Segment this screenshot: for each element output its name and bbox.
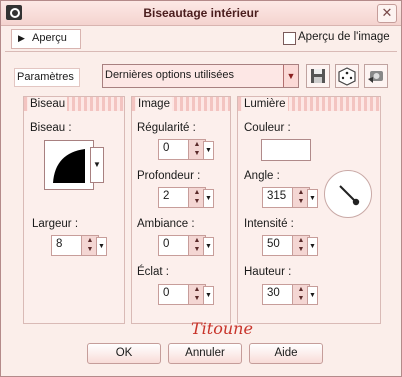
bevel-group: Biseau Biseau : ▼ Largeur : 8 ▲ ▼ ▼ xyxy=(23,96,125,324)
elevation-dropdown[interactable]: ▼ xyxy=(307,286,318,305)
close-button[interactable]: ✕ xyxy=(377,4,397,23)
bevel-shape-icon xyxy=(53,149,85,183)
image-group-title: Image xyxy=(136,97,172,111)
smoothness-label: Régularité : xyxy=(137,122,196,134)
close-icon: ✕ xyxy=(381,5,393,20)
depth-label: Profondeur : xyxy=(137,170,201,182)
angle-value: 315 xyxy=(267,190,287,202)
preview-toggle[interactable]: ▶ Aperçu xyxy=(11,29,81,49)
divider xyxy=(5,51,397,52)
smoothness-spinner[interactable]: 0 ▲ ▼ ▼ xyxy=(158,139,214,160)
intensity-value: 50 xyxy=(267,238,280,250)
bevel-shape-swatch[interactable] xyxy=(44,140,94,190)
angle-label: Angle : xyxy=(244,170,280,182)
group-header: Biseau xyxy=(24,97,124,111)
shininess-label: Éclat : xyxy=(137,266,169,278)
group-header: Lumière xyxy=(238,97,380,111)
image-preview-checkbox[interactable] xyxy=(283,32,296,45)
save-icon xyxy=(311,69,325,83)
dice-icon xyxy=(338,67,356,86)
smoothness-dropdown[interactable]: ▼ xyxy=(203,141,214,160)
chevron-down-icon: ▼ xyxy=(93,160,101,169)
image-preview-label: Aperçu de l'image xyxy=(298,31,390,43)
shininess-dropdown[interactable]: ▼ xyxy=(203,286,214,305)
preview-label: Aperçu xyxy=(32,32,67,44)
chevron-down-icon[interactable]: ▼ xyxy=(283,65,298,87)
bevel-label: Biseau : xyxy=(30,122,72,134)
width-label: Largeur : xyxy=(32,218,79,230)
width-value: 8 xyxy=(56,238,63,250)
bevel-group-title: Biseau xyxy=(28,97,68,111)
elevation-value: 30 xyxy=(267,287,280,299)
help-button[interactable]: Aide xyxy=(249,343,323,364)
dialog-window: Biseautage intérieur ✕ ▶ Aperçu Aperçu d… xyxy=(0,0,402,377)
elevation-label: Hauteur : xyxy=(244,266,292,278)
light-color-swatch[interactable] xyxy=(261,139,311,161)
depth-dropdown[interactable]: ▼ xyxy=(203,189,214,208)
angle-spinner[interactable]: 315 ▲ ▼ ▼ xyxy=(262,187,318,208)
bevel-shape-dropdown[interactable]: ▼ xyxy=(90,147,104,183)
presets-value: Dernières options utilisées xyxy=(105,69,235,81)
play-icon: ▶ xyxy=(18,33,25,43)
ambience-dropdown[interactable]: ▼ xyxy=(203,237,214,256)
save-preset-button[interactable] xyxy=(306,64,330,88)
ok-button[interactable]: OK xyxy=(87,343,161,364)
color-label: Couleur : xyxy=(244,122,291,134)
light-group-title: Lumière xyxy=(242,97,288,111)
image-group: Image Régularité : 0 ▲ ▼ ▼ Profondeur : 2… xyxy=(131,96,231,324)
reset-button[interactable] xyxy=(364,64,388,88)
watermark-signature: Titoune xyxy=(191,319,253,338)
cancel-button[interactable]: Annuler xyxy=(168,343,242,364)
ambience-spinner[interactable]: 0 ▲ ▼ ▼ xyxy=(158,235,214,256)
angle-dial[interactable] xyxy=(324,170,372,218)
smoothness-value: 0 xyxy=(163,142,170,154)
reset-icon xyxy=(368,71,383,83)
depth-value: 2 xyxy=(163,190,170,202)
window-title: Biseautage intérieur xyxy=(143,6,259,20)
width-dropdown[interactable]: ▼ xyxy=(96,237,107,256)
elevation-spinner[interactable]: 30 ▲ ▼ ▼ xyxy=(262,284,318,305)
intensity-dropdown[interactable]: ▼ xyxy=(307,237,318,256)
width-spinner[interactable]: 8 ▲ ▼ ▼ xyxy=(51,235,107,256)
ambience-label: Ambiance : xyxy=(137,218,195,230)
shininess-value: 0 xyxy=(163,287,170,299)
presets-label: Paramètres xyxy=(14,68,80,87)
ambience-value: 0 xyxy=(163,238,170,250)
random-button[interactable] xyxy=(335,64,359,88)
angle-dial-icon xyxy=(339,185,360,206)
title-bar: Biseautage intérieur ✕ xyxy=(1,1,401,26)
depth-spinner[interactable]: 2 ▲ ▼ ▼ xyxy=(158,187,214,208)
presets-dropdown[interactable]: Dernières options utilisées ▼ xyxy=(102,64,299,88)
preview-bar: ▶ Aperçu Aperçu de l'image xyxy=(5,27,397,49)
group-header: Image xyxy=(132,97,230,111)
intensity-spinner[interactable]: 50 ▲ ▼ ▼ xyxy=(262,235,318,256)
angle-dropdown[interactable]: ▼ xyxy=(307,189,318,208)
shininess-spinner[interactable]: 0 ▲ ▼ ▼ xyxy=(158,284,214,305)
intensity-label: Intensité : xyxy=(244,218,294,230)
